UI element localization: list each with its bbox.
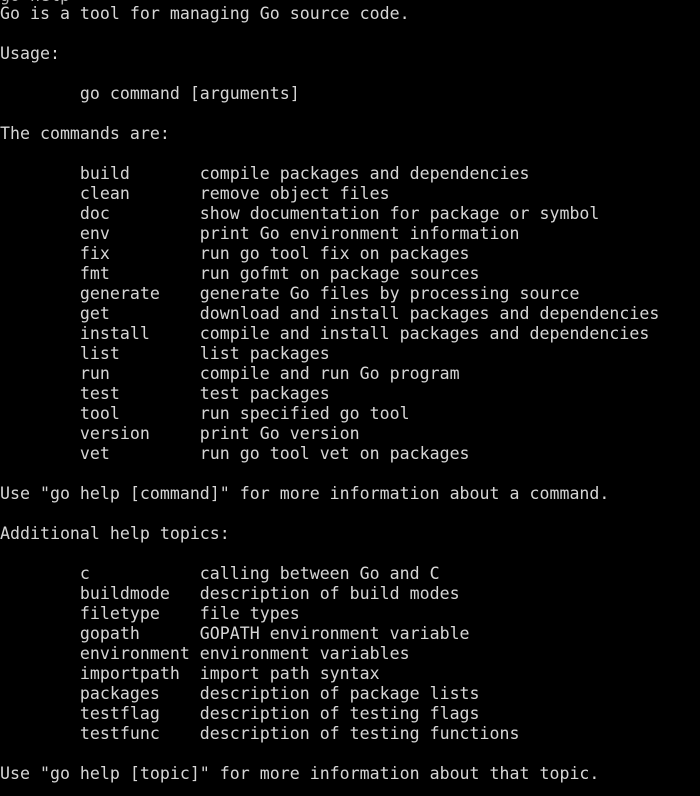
topic-row[interactable]: testfunc description of testing function… [0,724,700,744]
topic-row[interactable]: environment environment variables [0,644,700,664]
topic-help-hint: Use "go help [topic]" for more informati… [0,764,600,783]
command-row[interactable]: version print Go version [0,424,700,444]
terminal-window[interactable]: go help Go is a tool for managing Go sou… [0,0,700,796]
command-help-hint: Use "go help [command]" for more informa… [0,484,610,503]
command-row[interactable]: list list packages [0,344,700,364]
topic-row[interactable]: testflag description of testing flags [0,704,700,724]
command-row[interactable]: vet run go tool vet on packages [0,444,700,464]
command-row[interactable]: install compile and install packages and… [0,324,700,344]
command-row[interactable]: run compile and run Go program [0,364,700,384]
command-row[interactable]: tool run specified go tool [0,404,700,424]
command-row[interactable]: generate generate Go files by processing… [0,284,700,304]
usage-command-line: go command [arguments] [0,84,300,103]
topic-row[interactable]: filetype file types [0,604,700,624]
topics-heading: Additional help topics: [0,524,230,543]
topic-row[interactable]: importpath import path syntax [0,664,700,684]
topic-row[interactable]: c calling between Go and C [0,564,700,584]
topic-row[interactable]: packages description of package lists [0,684,700,704]
command-row[interactable]: build compile packages and dependencies [0,164,700,184]
topic-row[interactable]: gopath GOPATH environment variable [0,624,700,644]
usage-label: Usage: [0,44,60,63]
command-row[interactable]: get download and install packages and de… [0,304,700,324]
commands-heading: The commands are: [0,124,170,143]
command-row[interactable]: fmt run gofmt on package sources [0,264,700,284]
intro-line: Go is a tool for managing Go source code… [0,4,410,23]
command-row[interactable]: doc show documentation for package or sy… [0,204,700,224]
terminal-output: Go is a tool for managing Go source code… [0,4,700,784]
command-row[interactable]: env print Go environment information [0,224,700,244]
command-row[interactable]: test test packages [0,384,700,404]
topic-row[interactable]: buildmode description of build modes [0,584,700,604]
command-row[interactable]: clean remove object files [0,184,700,204]
command-row[interactable]: fix run go tool fix on packages [0,244,700,264]
